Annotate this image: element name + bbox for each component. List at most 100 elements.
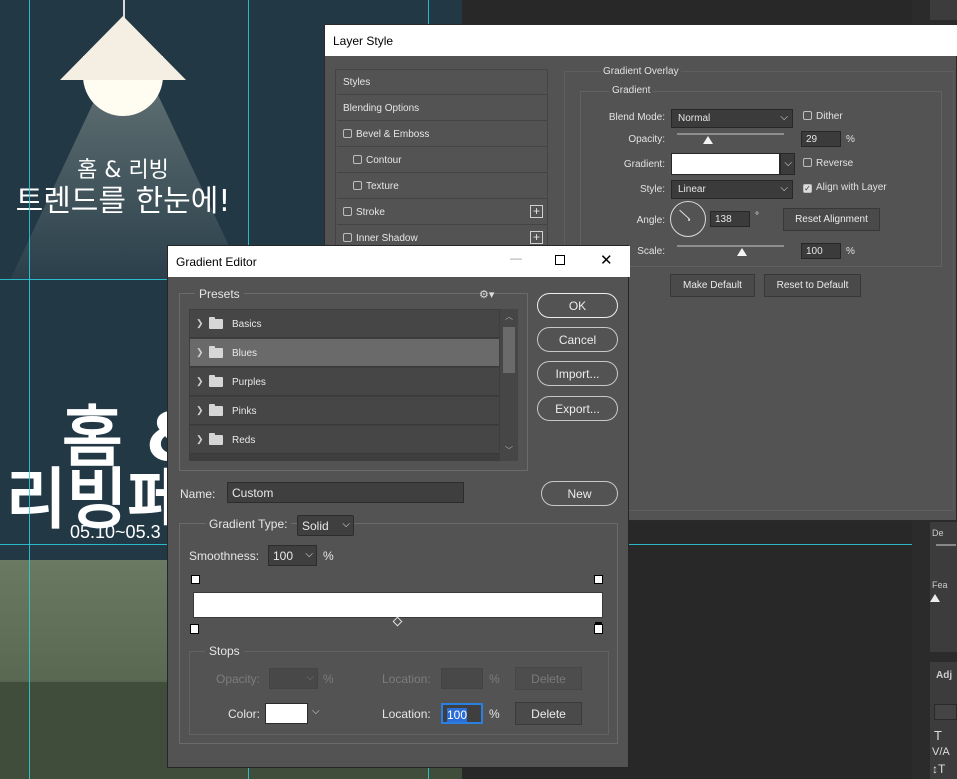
opacity-input[interactable]: 29: [801, 131, 841, 147]
style-item-styles[interactable]: Styles: [337, 70, 547, 95]
opacity-slider-knob[interactable]: [703, 136, 713, 144]
style-label: Styles: [343, 77, 371, 88]
checkbox[interactable]: [803, 158, 812, 167]
presets-label: Presets: [195, 287, 244, 301]
import-button[interactable]: Import...: [537, 361, 618, 386]
gear-icon[interactable]: ⚙▾: [479, 288, 494, 301]
scrollbar-thumb[interactable]: [503, 327, 515, 373]
chevron-down-icon: ⌵: [784, 158, 792, 169]
layer-style-title[interactable]: Layer Style: [325, 25, 957, 56]
delete-color-stop-button[interactable]: Delete: [515, 702, 582, 725]
panel-block: [930, 0, 957, 20]
checkbox[interactable]: [343, 129, 352, 138]
gradient-dropdown[interactable]: ⌵: [780, 153, 795, 175]
style-item-contour[interactable]: Contour: [337, 148, 547, 173]
add-icon[interactable]: +: [530, 205, 543, 218]
reset-alignment-button[interactable]: Reset Alignment: [783, 208, 880, 231]
panel-search-input[interactable]: [934, 704, 957, 720]
presets-scrollbar[interactable]: ︿ ﹀: [500, 309, 518, 461]
stop-opacity-input: ⌵: [269, 668, 318, 689]
leading-icon[interactable]: ↕T: [932, 762, 945, 776]
opacity-slider[interactable]: [677, 133, 784, 135]
dither-checkbox[interactable]: Dither: [803, 111, 843, 122]
close-icon[interactable]: ✕: [600, 251, 613, 269]
reset-to-default-button[interactable]: Reset to Default: [764, 274, 861, 297]
scale-input[interactable]: 100: [801, 243, 841, 259]
opacity-label: Opacity:: [216, 672, 261, 686]
color-stop-right-selected[interactable]: [594, 624, 603, 634]
gradient-type-select[interactable]: Solid ⌵: [297, 515, 354, 536]
smoothness-input[interactable]: 100 ⌵: [268, 545, 317, 566]
maximize-icon[interactable]: [555, 255, 565, 265]
new-button[interactable]: New: [541, 481, 618, 506]
chevron-down-icon[interactable]: ﹀: [505, 445, 513, 456]
preset-folder-blues[interactable]: ❯ Blues: [190, 339, 499, 367]
name-input[interactable]: Custom: [227, 482, 464, 503]
preset-label: Pinks: [232, 406, 257, 417]
opacity-stop-left[interactable]: [191, 575, 200, 584]
export-button[interactable]: Export...: [537, 396, 618, 421]
percent-label: %: [846, 134, 855, 145]
chevron-right-icon[interactable]: ❯: [196, 405, 204, 416]
kerning-icon[interactable]: V/A: [932, 746, 950, 758]
blend-mode-select[interactable]: Normal ⌵: [671, 109, 793, 128]
opacity-stop-right[interactable]: [594, 575, 603, 584]
reverse-checkbox[interactable]: Reverse: [803, 158, 853, 169]
checkbox[interactable]: [803, 111, 812, 120]
align-with-layer-checkbox[interactable]: ✓ Align with Layer: [803, 182, 887, 193]
presets-list[interactable]: ❯ Basics ❯ Blues ❯ Purples ❯ Pinks ❯ Reds ︿ ﹀: [189, 309, 518, 461]
folder-icon: [209, 404, 223, 416]
smoothness-label: Smoothness:: [189, 549, 260, 563]
angle-input[interactable]: 138: [710, 211, 750, 227]
slider-knob[interactable]: [930, 594, 940, 602]
color-location-input[interactable]: 100: [441, 703, 483, 724]
reverse-label: Reverse: [816, 158, 854, 169]
minimize-icon[interactable]: —: [510, 251, 522, 265]
cancel-button[interactable]: Cancel: [537, 327, 618, 352]
chevron-right-icon[interactable]: ❯: [196, 318, 204, 329]
style-item-blending-options[interactable]: Blending Options: [337, 96, 547, 121]
checkbox[interactable]: [343, 207, 352, 216]
color-stop-left[interactable]: [190, 624, 199, 634]
style-select[interactable]: Linear ⌵: [671, 180, 793, 199]
panel-tab-adjustments[interactable]: Adj: [936, 670, 952, 681]
chevron-up-icon[interactable]: ︿: [505, 311, 513, 322]
chevron-down-icon: ⌵: [342, 519, 350, 530]
gradient-editor-titlebar[interactable]: Gradient Editor — ✕: [168, 246, 630, 277]
angle-dial[interactable]: [670, 201, 706, 237]
preset-folder-pinks[interactable]: ❯ Pinks: [190, 397, 499, 425]
folder-icon: [209, 346, 223, 358]
gradient-preview-bar[interactable]: [193, 592, 603, 618]
chevron-down-icon[interactable]: ⌵: [312, 706, 320, 717]
delete-opacity-stop-button: Delete: [515, 667, 582, 690]
chevron-right-icon[interactable]: ❯: [196, 376, 204, 387]
panel-slider[interactable]: [936, 544, 956, 546]
style-item-texture[interactable]: Texture: [337, 174, 547, 199]
opacity-location-input: [441, 668, 483, 689]
scale-slider[interactable]: [677, 245, 784, 247]
chevron-right-icon[interactable]: ❯: [196, 347, 204, 358]
chevron-right-icon[interactable]: ❯: [196, 434, 204, 445]
ok-button[interactable]: OK: [537, 293, 618, 318]
properties-panel: De Fea: [930, 522, 957, 652]
preset-folder-reds[interactable]: ❯ Reds: [190, 426, 499, 454]
gradient-swatch[interactable]: [671, 153, 780, 175]
scale-slider-knob[interactable]: [737, 248, 747, 256]
percent-label: %: [846, 246, 855, 257]
style-item-bevel-emboss[interactable]: Bevel & Emboss: [337, 122, 547, 147]
checkbox-checked[interactable]: ✓: [803, 184, 812, 193]
style-value: Linear: [678, 184, 706, 195]
checkbox[interactable]: [353, 181, 362, 190]
type-icon[interactable]: T: [934, 728, 942, 743]
folder-icon: [209, 433, 223, 445]
stop-color-swatch[interactable]: [265, 703, 308, 724]
make-default-button[interactable]: Make Default: [670, 274, 755, 297]
add-icon[interactable]: +: [530, 231, 543, 244]
style-item-stroke[interactable]: Stroke +: [337, 200, 547, 225]
checkbox[interactable]: [343, 233, 352, 242]
preset-label: Reds: [232, 435, 256, 446]
blend-mode-label: Blend Mode:: [608, 112, 665, 123]
checkbox[interactable]: [353, 155, 362, 164]
preset-folder-purples[interactable]: ❯ Purples: [190, 368, 499, 396]
preset-folder-basics[interactable]: ❯ Basics: [190, 310, 499, 338]
